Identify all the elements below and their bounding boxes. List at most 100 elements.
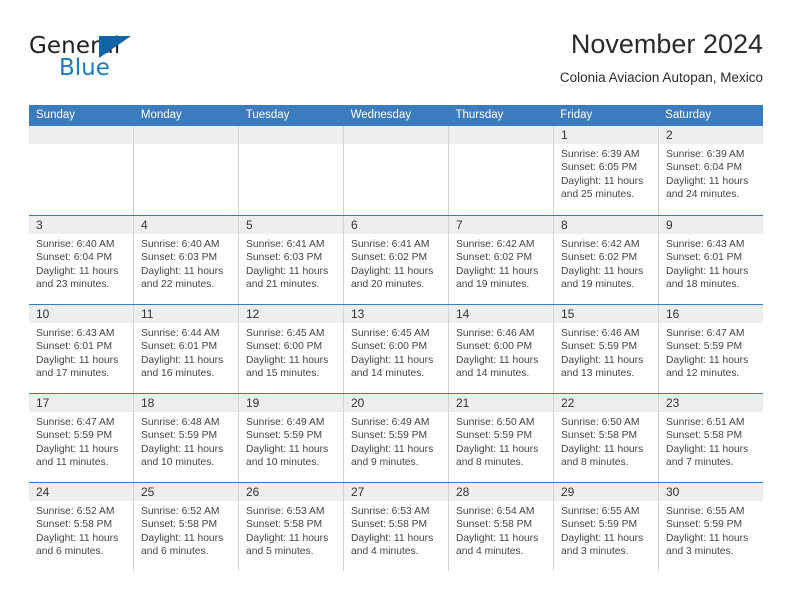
day-number: 6 [351,218,358,232]
day-detail-line: Sunrise: 6:52 AM [141,506,220,517]
calendar-day-cell[interactable]: 29 Sunrise: 6:55 AM Sunset: 5:59 PM Dayligh… [553,483,658,571]
day-detail-line: and 25 minutes. [561,189,635,201]
calendar-day-cell[interactable]: 19 Sunrise: 6:49 AM Sunset: 5:59 PM Dayligh… [238,394,343,482]
calendar-day-cell[interactable]: 24 Sunrise: 6:52 AM Sunset: 5:58 PM Dayligh… [29,483,133,571]
day-details [449,144,553,148]
calendar-day-cell[interactable]: 5 Sunrise: 6:41 AM Sunset: 6:03 PM Daylight… [238,216,343,304]
calendar-page: General Blue November 2024 Colonia Aviac… [0,0,792,612]
day-detail-line: Sunset: 5:58 PM [351,519,428,531]
day-detail-line: and 8 minutes. [561,457,629,469]
day-number: 30 [666,485,680,499]
day-detail-line: Daylight: 11 hours [456,265,539,277]
calendar-day-cell[interactable]: 4 Sunrise: 6:40 AM Sunset: 6:03 PM Daylight… [133,216,238,304]
day-details: Sunrise: 6:47 AM Sunset: 5:59 PM Daylight:… [29,412,133,470]
weekday-header-monday: Monday [140,109,182,121]
day-number-band [449,126,553,144]
day-number: 4 [141,218,148,232]
day-number-band: 11 [134,305,238,323]
day-detail-line: Daylight: 11 hours [351,532,434,544]
day-detail-line: Sunset: 6:02 PM [561,252,638,264]
day-detail-line: and 6 minutes. [141,546,209,558]
calendar-day-cell[interactable]: 12 Sunrise: 6:45 AM Sunset: 6:00 PM Dayligh… [238,305,343,393]
day-detail-line: Daylight: 11 hours [561,354,644,366]
day-details: Sunrise: 6:49 AM Sunset: 5:59 PM Daylight:… [239,412,343,470]
calendar-weeks: 1 Sunrise: 6:39 AM Sunset: 6:05 PM Daylight… [29,126,763,571]
day-number: 19 [246,396,260,410]
day-number-band: 10 [29,305,133,323]
calendar-day-cell[interactable]: 8 Sunrise: 6:42 AM Sunset: 6:02 PM Daylight… [553,216,658,304]
calendar-day-cell[interactable]: 15 Sunrise: 6:46 AM Sunset: 5:59 PM Dayligh… [553,305,658,393]
day-details: Sunrise: 6:43 AM Sunset: 6:01 PM Daylight:… [29,323,133,381]
day-detail-line: and 17 minutes. [36,368,110,380]
day-number: 25 [141,485,155,499]
calendar-day-cell[interactable]: 16 Sunrise: 6:47 AM Sunset: 5:59 PM Dayligh… [658,305,763,393]
day-number: 23 [666,396,680,410]
page-subtitle: Colonia Aviacion Autopan, Mexico [559,70,763,85]
calendar-day-cell[interactable]: 3 Sunrise: 6:40 AM Sunset: 6:04 PM Daylight… [29,216,133,304]
day-detail-line: Sunrise: 6:43 AM [36,328,115,339]
day-detail-line: Sunset: 6:04 PM [666,162,743,174]
day-detail-line: Sunrise: 6:40 AM [36,239,115,250]
calendar-day-cell[interactable]: 21 Sunrise: 6:50 AM Sunset: 5:59 PM Dayligh… [448,394,553,482]
day-number-band: 26 [239,483,343,501]
day-details: Sunrise: 6:45 AM Sunset: 6:00 PM Daylight:… [239,323,343,381]
day-detail-line: and 13 minutes. [561,368,635,380]
day-detail-line: Daylight: 11 hours [666,175,749,187]
day-detail-line: Sunset: 5:58 PM [141,519,218,531]
weekday-header-friday: Friday [560,109,593,121]
day-number-band: 29 [554,483,658,501]
calendar-day-cell[interactable]: 26 Sunrise: 6:53 AM Sunset: 5:58 PM Dayligh… [238,483,343,571]
calendar-day-cell-empty [448,126,553,215]
calendar-day-cell[interactable]: 20 Sunrise: 6:49 AM Sunset: 5:59 PM Dayligh… [343,394,448,482]
day-number: 13 [351,307,365,321]
calendar-week-row: 1 Sunrise: 6:39 AM Sunset: 6:05 PM Daylight… [29,126,763,215]
calendar-day-cell[interactable]: 13 Sunrise: 6:45 AM Sunset: 6:00 PM Dayligh… [343,305,448,393]
day-detail-line: Daylight: 11 hours [351,354,434,366]
day-number-band: 7 [449,216,553,234]
day-detail-line: and 14 minutes. [456,368,530,380]
calendar-day-cell[interactable]: 25 Sunrise: 6:52 AM Sunset: 5:58 PM Dayligh… [133,483,238,571]
day-detail-line: Daylight: 11 hours [351,265,434,277]
day-detail-line: and 11 minutes. [36,457,109,469]
weekday-header-wednesday: Wednesday [350,109,412,121]
calendar-day-cell[interactable]: 10 Sunrise: 6:43 AM Sunset: 6:01 PM Dayligh… [29,305,133,393]
day-details [344,144,448,148]
calendar-day-cell[interactable]: 2 Sunrise: 6:39 AM Sunset: 6:04 PM Daylight… [658,126,763,215]
day-detail-line: and 21 minutes. [246,279,320,291]
calendar-day-cell[interactable]: 17 Sunrise: 6:47 AM Sunset: 5:59 PM Dayligh… [29,394,133,482]
calendar-day-cell[interactable]: 1 Sunrise: 6:39 AM Sunset: 6:05 PM Daylight… [553,126,658,215]
general-blue-logo[interactable]: General Blue [29,33,229,89]
calendar-day-cell[interactable]: 6 Sunrise: 6:41 AM Sunset: 6:02 PM Daylight… [343,216,448,304]
day-detail-line: Daylight: 11 hours [36,265,119,277]
day-detail-line: Sunrise: 6:50 AM [561,417,640,428]
day-detail-line: Daylight: 11 hours [456,532,539,544]
calendar-day-cell[interactable]: 28 Sunrise: 6:54 AM Sunset: 5:58 PM Dayligh… [448,483,553,571]
day-details: Sunrise: 6:55 AM Sunset: 5:59 PM Daylight:… [554,501,658,559]
day-detail-line: Sunrise: 6:42 AM [456,239,535,250]
day-detail-line: Sunset: 6:01 PM [36,341,113,353]
calendar-day-cell-empty [343,126,448,215]
day-detail-line: Daylight: 11 hours [141,265,224,277]
day-detail-line: Sunset: 5:59 PM [666,519,743,531]
day-detail-line: Daylight: 11 hours [141,532,224,544]
day-number-band: 6 [344,216,448,234]
day-detail-line: Sunset: 5:59 PM [666,341,743,353]
day-number-band [239,126,343,144]
day-detail-line: Daylight: 11 hours [666,265,749,277]
weekday-header-saturday: Saturday [665,109,712,121]
calendar-day-cell[interactable]: 9 Sunrise: 6:43 AM Sunset: 6:01 PM Daylight… [658,216,763,304]
calendar-day-cell[interactable]: 7 Sunrise: 6:42 AM Sunset: 6:02 PM Daylight… [448,216,553,304]
calendar-day-cell[interactable]: 30 Sunrise: 6:55 AM Sunset: 5:59 PM Dayligh… [658,483,763,571]
calendar-day-cell[interactable]: 14 Sunrise: 6:46 AM Sunset: 6:00 PM Dayligh… [448,305,553,393]
day-number-band: 18 [134,394,238,412]
calendar-day-cell-empty [238,126,343,215]
day-detail-line: Daylight: 11 hours [351,443,434,455]
calendar-day-cell[interactable]: 27 Sunrise: 6:53 AM Sunset: 5:58 PM Dayligh… [343,483,448,571]
calendar-day-cell[interactable]: 22 Sunrise: 6:50 AM Sunset: 5:58 PM Dayligh… [553,394,658,482]
weekday-header-thursday: Thursday [455,109,504,121]
day-detail-line: Daylight: 11 hours [561,175,644,187]
day-detail-line: and 10 minutes. [246,457,320,469]
calendar-day-cell[interactable]: 23 Sunrise: 6:51 AM Sunset: 5:58 PM Dayligh… [658,394,763,482]
calendar-day-cell[interactable]: 11 Sunrise: 6:44 AM Sunset: 6:01 PM Dayligh… [133,305,238,393]
calendar-day-cell[interactable]: 18 Sunrise: 6:48 AM Sunset: 5:59 PM Dayligh… [133,394,238,482]
